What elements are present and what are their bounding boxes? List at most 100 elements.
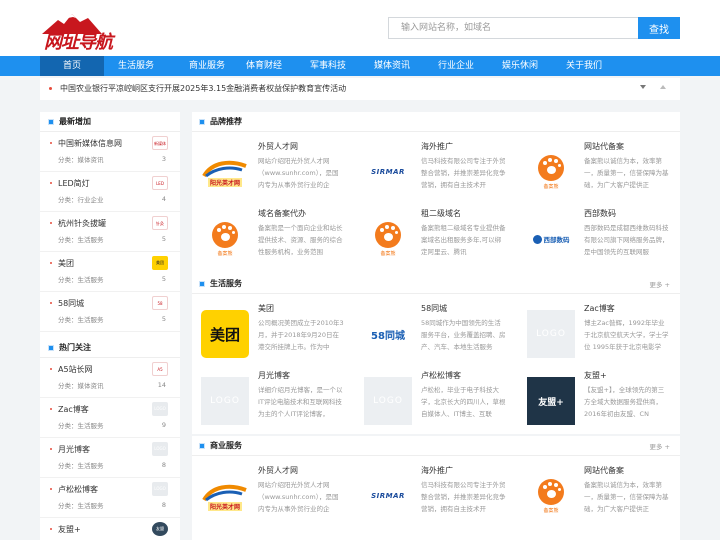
site-card-logo[interactable]: 西部数码 (526, 214, 576, 264)
sirmar-logo-icon: SIRMAR (363, 148, 413, 196)
search-button[interactable]: 查找 (638, 17, 680, 39)
site-card-description: 网站介绍阳光外贸人才网（www.sunhr.com），是国内专为从事外贸行业的企 (258, 481, 339, 513)
nav-item-military-tech[interactable]: 军事科技 (296, 56, 360, 76)
section-header: 生活服务 更多 + (192, 274, 680, 294)
sidebar-item[interactable]: 友盟+ 友盟 (40, 518, 180, 540)
sidebar-item-name[interactable]: Zac博客 (58, 404, 89, 415)
logo-label: 58同城 (371, 330, 405, 342)
visit-count: 8 (161, 461, 166, 469)
sidebar-item-name[interactable]: 卢松松博客 (58, 484, 98, 495)
sidebar-item[interactable]: 中国新媒体信息网 分类：媒体资讯 新媒体 3 (40, 132, 180, 172)
notice-next-icon[interactable] (640, 85, 646, 89)
site-card-logo[interactable]: 备案熊 (526, 471, 576, 521)
site-card-title[interactable]: 域名备案代办 (258, 208, 306, 219)
site-favicon-icon: LED (152, 176, 168, 190)
logo-placeholder-icon: LOGO (364, 377, 412, 425)
site-card[interactable]: 阳光英才网 外贸人才网网站介绍阳光外贸人才网（www.sunhr.com），是国内… (192, 457, 354, 533)
sidebar-hot: 热门关注 A5站长网 分类：媒体资讯 A5 14 Zac博客 分类：生活服务 LOGO 9 月光… (40, 338, 180, 540)
site-favicon-icon: 友盟 (152, 522, 168, 536)
site-card[interactable]: 备案熊 网站代备案 备案熊以诚信为本，效率第一，质量第一，信誉保障为基础，为广大客户… (518, 457, 680, 533)
site-card-logo[interactable]: 阳光英才网 (200, 147, 250, 197)
site-card-logo[interactable]: 友盟+ (526, 376, 576, 426)
site-card-logo[interactable]: SIRMAR (363, 147, 413, 197)
site-card-title[interactable]: Zac博客 (584, 303, 615, 314)
site-card-title[interactable]: 卢松松博客 (421, 370, 461, 381)
nav-item-entertainment[interactable]: 娱乐休闲 (488, 56, 552, 76)
sidebar-item-name[interactable]: 美团 (58, 258, 74, 269)
site-card-description: 备案熊以诚信为本，效率第一，质量第一，信誉保障为基础，为广大客户提供正 (584, 157, 669, 189)
site-card[interactable]: 58同城 58同城 58同城作为中国领先的生活服务平台，业务覆盖招聘、房产、汽车、本… (355, 295, 517, 371)
sidebar-item-name[interactable]: 友盟+ (58, 524, 81, 535)
site-card-title[interactable]: 58同城 (421, 303, 447, 314)
site-card[interactable]: 西部数码 西部数码 西部数码是成都西维数码科技有限公司旗下网络服务品牌，是中国领先的… (518, 200, 680, 276)
more-link[interactable]: 更多 + (649, 441, 670, 451)
sidebar-item[interactable]: 美团 分类：生活服务 美团 5 (40, 252, 180, 292)
site-card[interactable]: LOGO 卢松松博客 卢松松，毕业于电子科技大学，北京长大的四川人，草根自媒体人、I… (355, 362, 517, 438)
nav-item-business[interactable]: 商业服务 (175, 56, 239, 76)
site-card-title[interactable]: 外贸人才网 (258, 465, 298, 476)
site-card-title[interactable]: 海外推广 (421, 141, 453, 152)
sidebar-item[interactable]: LED简灯 分类：行业企业 LED 4 (40, 172, 180, 212)
notice-prev-icon[interactable] (660, 85, 666, 89)
site-card-description: 公司概况美团成立于2010年3月，并于2018年9月20日在港交所挂牌上市。作为… (258, 319, 344, 351)
site-card-logo[interactable]: 备案熊 (526, 147, 576, 197)
sidebar-item[interactable]: 58同城 分类：生活服务 58 5 (40, 292, 180, 332)
sidebar-item[interactable]: 卢松松博客 分类：生活服务 LOGO 8 (40, 478, 180, 518)
site-card[interactable]: LOGO Zac博客 博主Zac昝辉，1992年毕业于北京航空航天大学，学士学位 1… (518, 295, 680, 371)
nav-item-industry[interactable]: 行业企业 (424, 56, 488, 76)
site-card[interactable]: 备案熊 网站代备案备案熊以诚信为本，效率第一，质量第一，信誉保障为基础，为广大客户… (518, 133, 680, 209)
site-card-title[interactable]: 网站代备案 (584, 141, 624, 152)
nav-item-life[interactable]: 生活服务 (104, 56, 168, 76)
sidebar-item-name[interactable]: 杭州针灸拔罐 (58, 218, 106, 229)
site-card[interactable]: 备案熊 域名备案代办 备案熊是一个面向企业和站长提供技术、资源、服务的综合性服务机构… (192, 200, 354, 276)
section-square-icon (48, 345, 54, 351)
logo-label: 备案熊 (217, 250, 233, 257)
site-card-title[interactable]: 海外推广 (421, 465, 453, 476)
sidebar-item-name[interactable]: A5站长网 (58, 364, 93, 375)
sidebar-item-name[interactable]: LED简灯 (58, 178, 90, 189)
notice-link[interactable]: 中国农业银行平凉崆峒区支行开展2025年3.15金融消费者权益保护教育宣传活动 (60, 83, 346, 94)
notice-dot-icon (49, 87, 52, 90)
sidebar-item-name[interactable]: 中国新媒体信息网 (58, 138, 122, 149)
site-card-logo[interactable]: 备案熊 (363, 214, 413, 264)
site-card-logo[interactable]: 58同城 (363, 309, 413, 359)
site-card-title[interactable]: 美团 (258, 303, 274, 314)
site-card-title[interactable]: 西部数码 (584, 208, 616, 219)
sidebar-item[interactable]: 月光博客 分类：生活服务 LOGO 8 (40, 438, 180, 478)
site-card-title[interactable]: 租二级域名 (421, 208, 461, 219)
site-card-title[interactable]: 外贸人才网 (258, 141, 298, 152)
site-card[interactable]: SIRMAR 海外推广 信马科技有限公司专注于外贸整合营销，并推崇差异化竞争营销，拥… (355, 457, 517, 533)
site-card-title[interactable]: 网站代备案 (584, 465, 624, 476)
site-card-title[interactable]: 月光博客 (258, 370, 290, 381)
sidebar-latest-header: 最新增加 (40, 112, 180, 132)
sidebar-item-name[interactable]: 58同城 (58, 298, 84, 309)
bullet-icon (50, 302, 52, 304)
site-logo[interactable]: 网址导航 (42, 12, 113, 53)
site-card-logo[interactable]: 阳光英才网 (200, 471, 250, 521)
site-card-logo[interactable]: LOGO (363, 376, 413, 426)
sidebar-item[interactable]: A5站长网 分类：媒体资讯 A5 14 (40, 358, 180, 398)
site-card-title[interactable]: 友盟+ (584, 370, 607, 381)
site-card-logo[interactable]: 美团 (200, 309, 250, 359)
nav-item-about[interactable]: 关于我们 (552, 56, 616, 76)
more-link[interactable]: 更多 + (649, 279, 670, 289)
site-header: 网址导航 查找 (0, 0, 720, 56)
site-card-logo[interactable]: SIRMAR (363, 471, 413, 521)
site-card-logo[interactable]: LOGO (200, 376, 250, 426)
site-card[interactable]: SIRMAR 海外推广 信马科技有限公司专注于外贸整合营销，并推崇差异化竞争营销，拥… (355, 133, 517, 209)
sidebar-item[interactable]: 杭州针灸拔罐 分类：生活服务 针灸 5 (40, 212, 180, 252)
section-header: 商业服务 更多 + (192, 436, 680, 456)
site-card[interactable]: 备案熊 租二级域名 备案熊租二级域名专业提供备案域名出租服务多年,可以绑定阿里云、腾… (355, 200, 517, 276)
sidebar-item[interactable]: Zac博客 分类：生活服务 LOGO 9 (40, 398, 180, 438)
nav-item-home[interactable]: 首页 (40, 56, 104, 76)
search-input[interactable] (388, 17, 638, 39)
site-card[interactable]: 美团 美团 公司概况美团成立于2010年3月，并于2018年9月20日在港交所挂牌上… (192, 295, 354, 371)
site-card-logo[interactable]: LOGO (526, 309, 576, 359)
nav-item-media[interactable]: 媒体资讯 (360, 56, 424, 76)
site-card-logo[interactable]: 备案熊 (200, 214, 250, 264)
sidebar-item-name[interactable]: 月光博客 (58, 444, 90, 455)
site-card[interactable]: 阳光英才网 外贸人才网 网站介绍阳光外贸人才网（www.sunhr.com），是国内… (192, 133, 354, 209)
site-card[interactable]: 友盟+ 友盟+ 【友盟+】，全球领先的第三方全域大数据服务提供商，2016年初由友盟… (518, 362, 680, 438)
site-card[interactable]: LOGO 月光博客 详细介绍月光博客，是一个以IT评论电脑技术和互联网科技为主的个人… (192, 362, 354, 438)
nav-item-sports-finance[interactable]: 体育财经 (232, 56, 296, 76)
